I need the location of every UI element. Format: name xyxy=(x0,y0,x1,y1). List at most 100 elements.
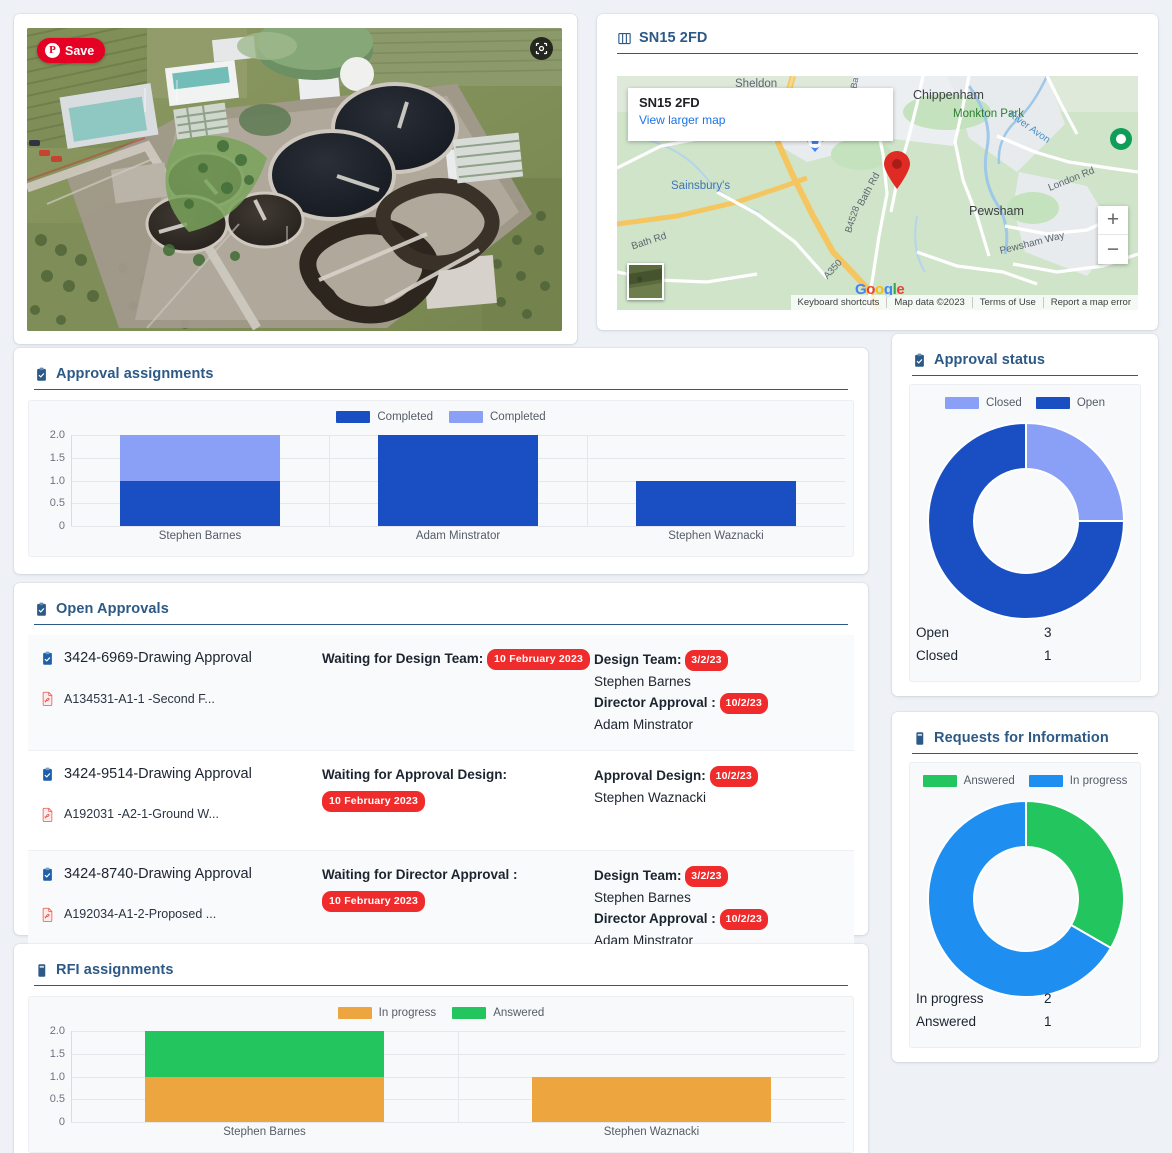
legend-item[interactable]: In progress xyxy=(337,1007,436,1019)
bar[interactable] xyxy=(144,1031,385,1122)
map-credit-item[interactable]: Terms of Use xyxy=(971,297,1043,308)
approval-step-label: Director Approval : xyxy=(594,695,716,711)
legend-swatch xyxy=(337,1007,372,1019)
map-credit-item[interactable]: Keyboard shortcuts xyxy=(791,297,887,308)
waiting-date-badge: 10 February 2023 xyxy=(322,790,426,812)
rfi-assignments-title: RFI assignments xyxy=(56,962,174,978)
zoom-out-button[interactable]: − xyxy=(1098,235,1128,264)
pdf-icon xyxy=(40,907,55,922)
y-axis-tick: 0.5 xyxy=(49,1093,65,1106)
approval-waiting-cell: Waiting for Design Team: 10 February 202… xyxy=(322,649,594,736)
chart-legend: Completed Completed xyxy=(29,411,853,423)
x-axis-label: Adam Minstrator xyxy=(415,530,501,542)
approval-step: Approval Design: 10/2/23 xyxy=(594,765,840,787)
approval-assignments-title: Approval assignments xyxy=(56,366,214,382)
approval-step-person: Adam Minstrator xyxy=(594,717,694,733)
bar-segment xyxy=(144,1076,385,1122)
stat-rows: Open 3 Closed 1 xyxy=(916,621,1130,667)
legend-item[interactable]: Completed xyxy=(449,411,546,423)
rfi-chart: Answered In progress In progress 2 Answered 1 xyxy=(909,762,1141,1048)
stat-value: 3 xyxy=(1044,625,1052,640)
stat-row: Closed 1 xyxy=(916,644,1130,667)
viewfinder-icon[interactable] xyxy=(530,37,553,60)
zoom-in-button[interactable]: + xyxy=(1098,206,1128,235)
x-axis-label: Stephen Barnes xyxy=(158,530,242,542)
y-axis-tick: 1.5 xyxy=(49,451,65,464)
y-axis-tick: 1.5 xyxy=(49,1047,65,1060)
bar-segment xyxy=(378,435,538,526)
approval-title[interactable]: 3424-9514-Drawing Approval xyxy=(40,765,322,783)
legend-label: Answered xyxy=(963,775,1015,787)
y-axis-tick: 1.0 xyxy=(49,474,65,487)
approval-step-date-badge: 10/2/23 xyxy=(709,765,758,787)
category-separator xyxy=(328,435,330,526)
approval-assignments-header: Approval assignments xyxy=(34,366,848,390)
stat-key: Answered xyxy=(916,1014,977,1029)
map-credit-item[interactable]: Report a map error xyxy=(1042,297,1138,308)
approval-status-card: Approval status Closed Open Open 3 Closed 1 xyxy=(892,334,1158,696)
approval-title-cell: 3424-9514-Drawing Approval A192031 -A2-1-… xyxy=(40,765,322,836)
approval-file-name: A192034-A1-2-Proposed ... xyxy=(64,907,217,922)
donut-slice[interactable] xyxy=(1025,799,1125,950)
chart-legend: Closed Open xyxy=(910,397,1140,409)
chart-axes: 0 0.5 1.0 1.5 2.0 xyxy=(29,1025,845,1128)
approval-step: Design Team: 3/2/23 xyxy=(594,865,840,887)
y-axis-tick: 2.0 xyxy=(49,1025,65,1037)
plot-area xyxy=(71,435,845,526)
stat-value: 2 xyxy=(1044,991,1052,1006)
legend-item[interactable]: Answered xyxy=(922,775,1015,787)
approval-step-label: Director Approval : xyxy=(594,911,716,927)
bar[interactable] xyxy=(120,435,280,526)
approval-row[interactable]: 3424-9514-Drawing Approval A192031 -A2-1-… xyxy=(28,749,854,850)
approval-file[interactable]: A192034-A1-2-Proposed ... xyxy=(40,907,322,922)
approval-row[interactable]: 3424-6969-Drawing Approval A134531-A1-1 -… xyxy=(28,635,854,750)
google-map[interactable]: Sheldon Chippenham Monkton Park River Avon S… xyxy=(617,76,1138,310)
approval-step-date-badge: 3/2/23 xyxy=(685,865,728,887)
donut-chart xyxy=(910,419,1140,619)
waiting-date-badge: 10 February 2023 xyxy=(487,649,591,670)
site-photo-card: P Save xyxy=(14,14,577,344)
location-map-card: SN15 2FD Sheldon Chippenham Monkton Park… xyxy=(597,14,1158,330)
map-label: Pewsham xyxy=(969,204,1024,218)
map-label: Sainsbury's xyxy=(671,180,731,192)
bar[interactable] xyxy=(531,1076,772,1122)
map-card-header: SN15 2FD xyxy=(617,30,1138,54)
legend-label: In progress xyxy=(1069,775,1128,787)
map-label: Chippenham xyxy=(913,88,984,102)
gridline xyxy=(71,1122,845,1123)
y-axis-tick: 0 xyxy=(58,520,65,532)
bar[interactable] xyxy=(378,435,538,526)
category-separator xyxy=(458,1031,459,1122)
approval-waiting-cell: Waiting for Director Approval :10 Februa… xyxy=(322,865,594,952)
approval-step: Design Team: 3/2/23 xyxy=(594,649,840,672)
legend-item[interactable]: Completed xyxy=(336,411,433,423)
stat-rows: In progress 2 Answered 1 xyxy=(916,987,1130,1033)
legend-item[interactable]: Closed xyxy=(945,397,1022,409)
stat-key: In progress xyxy=(916,991,984,1006)
donut-slice[interactable] xyxy=(1025,421,1126,522)
approval-title[interactable]: 3424-8740-Drawing Approval xyxy=(40,865,322,883)
dashboard-page: P Save SN15 2FD Sheldon Chippenham Monkt… xyxy=(0,0,1172,1153)
approval-file[interactable]: A134531-A1-1 -Second F... xyxy=(40,691,322,706)
approval-file[interactable]: A192031 -A2-1-Ground W... xyxy=(40,807,322,822)
approval-title[interactable]: 3424-6969-Drawing Approval xyxy=(40,649,322,667)
stat-value: 1 xyxy=(1044,1014,1052,1029)
legend-item[interactable]: Answered xyxy=(452,1007,544,1019)
approval-status-title: Approval status xyxy=(934,352,1046,368)
map-credit-item[interactable]: Map data ©2023 xyxy=(886,297,971,308)
bar[interactable] xyxy=(636,480,796,526)
view-larger-map-link[interactable]: View larger map xyxy=(639,113,882,127)
y-axis-tick: 0.5 xyxy=(49,497,65,510)
approval-waiting-cell: Waiting for Approval Design: 10 February … xyxy=(322,765,594,836)
legend-item[interactable]: In progress xyxy=(1028,775,1128,787)
open-approvals-card: Open Approvals 3424-6969-Drawing Approva… xyxy=(14,583,868,966)
map-zoom-controls[interactable]: + − xyxy=(1098,206,1128,264)
approval-file-name: A134531-A1-1 -Second F... xyxy=(64,691,215,706)
map-satellite-thumbnail[interactable] xyxy=(627,263,664,300)
approval-step-date-badge: 10/2/23 xyxy=(719,693,768,715)
legend-label: Closed xyxy=(986,397,1022,409)
legend-item[interactable]: Open xyxy=(1035,397,1105,409)
approval-file-name: A192031 -A2-1-Ground W... xyxy=(64,807,219,822)
pdf-icon xyxy=(40,807,55,822)
pinterest-save-button[interactable]: P Save xyxy=(37,38,106,63)
